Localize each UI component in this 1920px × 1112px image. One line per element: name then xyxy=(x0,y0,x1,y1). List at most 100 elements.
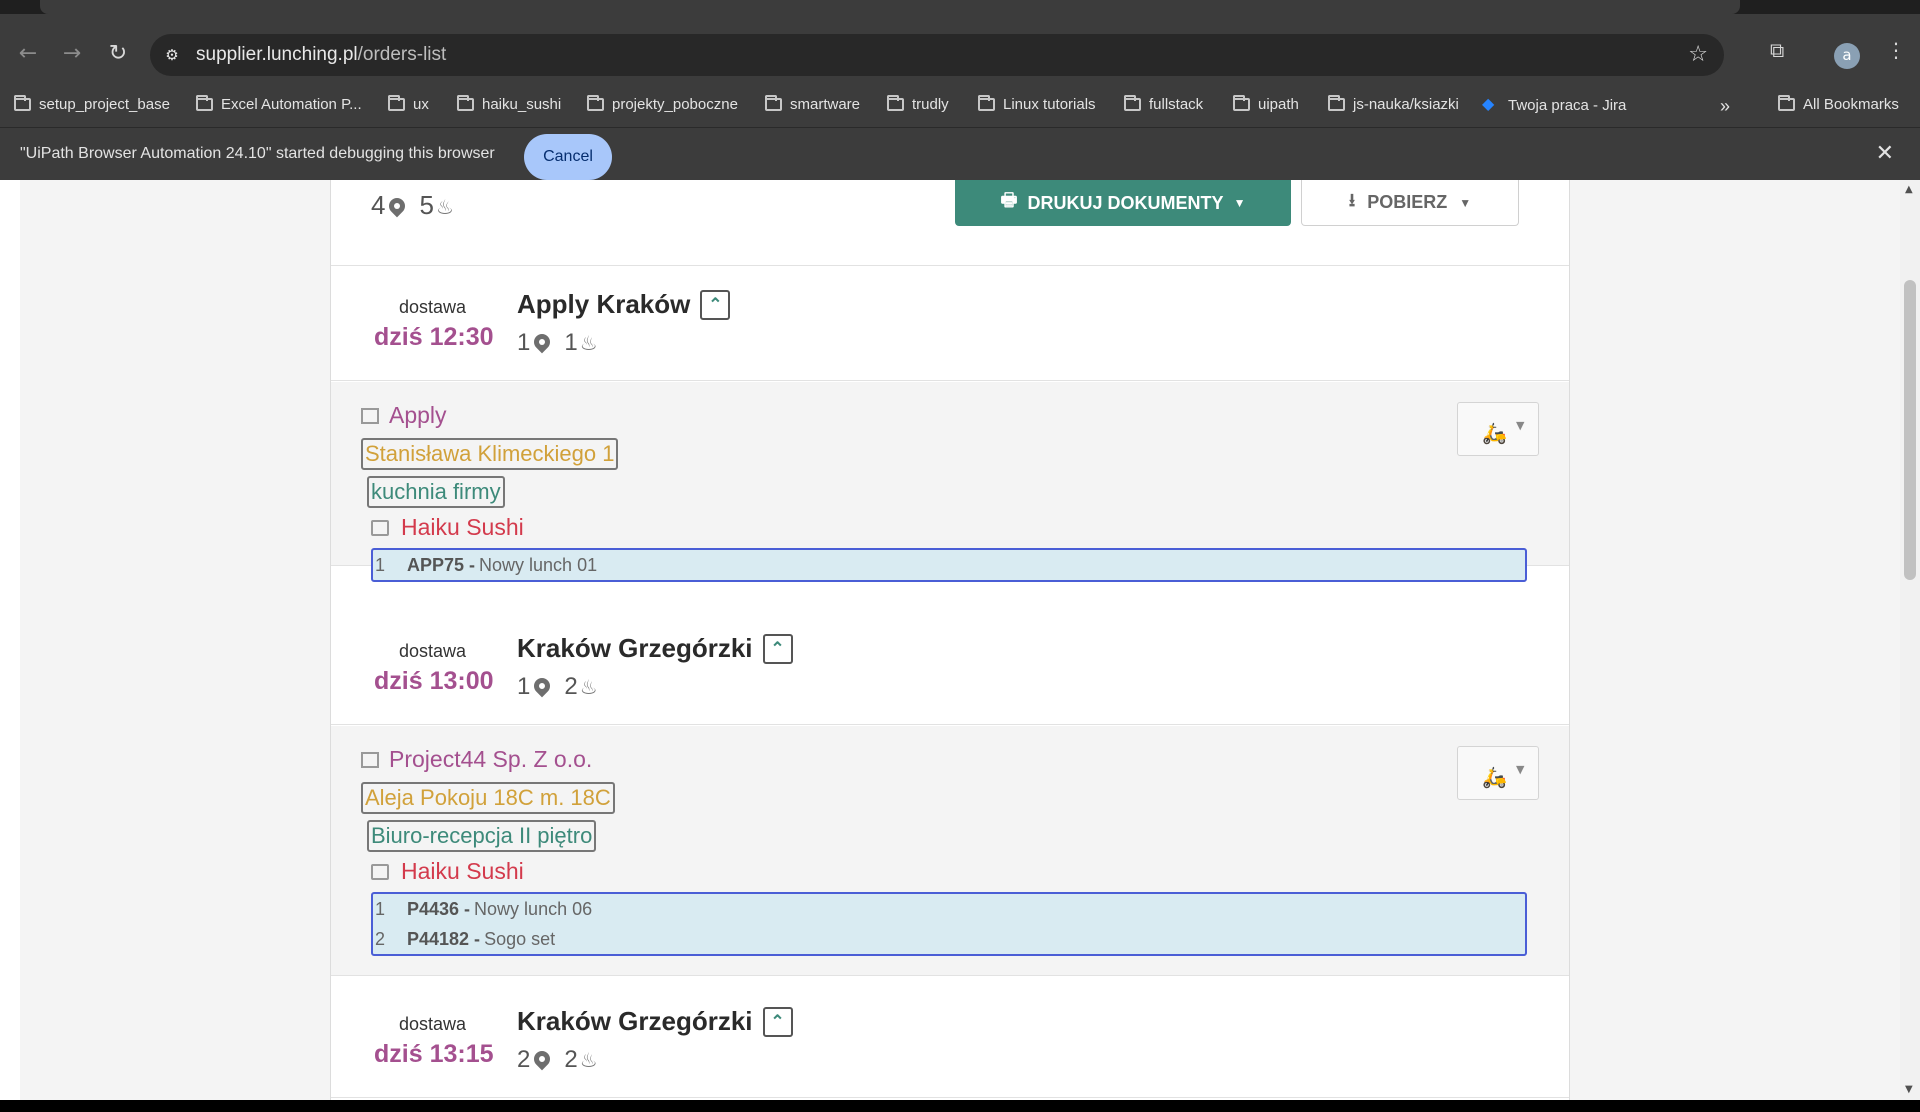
profile-avatar[interactable]: a xyxy=(1834,43,1860,69)
folder-icon xyxy=(1778,95,1795,111)
delivery-label: dostawa xyxy=(399,1014,467,1034)
debug-infobar: "UiPath Browser Automation 24.10" starte… xyxy=(0,128,1920,180)
building-icon xyxy=(361,407,379,424)
store-icon xyxy=(371,863,389,880)
folder-icon xyxy=(388,95,405,111)
company-name: Apply xyxy=(361,402,447,429)
delivery-counts: 1 2 ♨ xyxy=(517,673,598,701)
caret-down-icon: ▼ xyxy=(1516,763,1525,776)
delivery-time: dziś 12:30 xyxy=(374,323,494,351)
delivery-label: dostawa xyxy=(399,641,467,661)
order-item: 2 P44182 - Sogo set xyxy=(375,928,556,949)
restaurant-name: Haiku Sushi xyxy=(371,858,524,885)
more-bookmarks-icon[interactable]: » xyxy=(1720,96,1730,117)
orders-panel: 4 5 ♨ 🖶 DRUKUJ DOKUMENTY ▼ ⭳ POBIERZ ▼ do… xyxy=(330,180,1570,1100)
meals-count: 5 ♨ xyxy=(419,190,454,220)
collapse-icon[interactable]: ⌃ xyxy=(762,1006,793,1037)
bowl-icon: ♨ xyxy=(435,197,454,219)
delivery-place: kuchnia firmy xyxy=(367,476,505,508)
menu-dots-icon[interactable]: ⋮ xyxy=(1886,38,1906,62)
folder-icon xyxy=(14,95,31,111)
delivery-address: Aleja Pokoju 18C m. 18C xyxy=(361,782,615,814)
order-item: 1 P4436 - Nowy lunch 06 xyxy=(375,898,593,919)
delivery-time: dziś 13:00 xyxy=(374,667,494,695)
delivery-title: Apply Kraków ⌃ xyxy=(517,289,731,320)
location-pin-icon xyxy=(531,674,554,698)
bookmark-item[interactable]: trudly xyxy=(887,95,949,113)
scroll-up-icon[interactable]: ▲ xyxy=(1905,184,1913,195)
bookmark-item[interactable]: projekty_poboczne xyxy=(587,95,738,113)
delivery-header: dostawa dziś 12:30 Apply Kraków ⌃ 1 1 ♨ xyxy=(331,267,1569,381)
scrollbar-thumb[interactable] xyxy=(1904,280,1916,580)
caret-down-icon: ▼ xyxy=(1516,419,1525,432)
infobar-cancel-button[interactable]: Cancel xyxy=(524,134,612,180)
tab-strip xyxy=(0,0,1920,14)
folder-icon xyxy=(765,95,782,111)
courier-select-button[interactable]: 🛵 ▼ xyxy=(1457,746,1539,800)
bookmark-item[interactable]: setup_project_base xyxy=(14,95,170,113)
bookmark-item[interactable]: fullstack xyxy=(1124,95,1203,113)
building-icon xyxy=(361,751,379,768)
folder-icon xyxy=(1233,95,1250,111)
folder-icon xyxy=(887,95,904,111)
folder-icon xyxy=(1124,95,1141,111)
left-gutter xyxy=(0,180,20,1100)
locations-count: 1 xyxy=(517,673,554,701)
bookmark-star-icon[interactable]: ☆ xyxy=(1688,42,1708,67)
bookmark-item[interactable]: haiku_sushi xyxy=(457,95,561,113)
bowl-icon: ♨ xyxy=(579,1050,598,1072)
forward-icon[interactable]: → xyxy=(56,38,88,70)
site-info-icon[interactable]: ⚙ xyxy=(162,45,182,65)
bookmark-item[interactable]: smartware xyxy=(765,95,860,113)
collapse-icon[interactable]: ⌃ xyxy=(762,633,793,664)
delivery-counts: 1 1 ♨ xyxy=(517,329,598,357)
delivery-counts: 2 2 ♨ xyxy=(517,1046,598,1074)
browser-toolbar: ← → ↻ ⚙ supplier.lunching.pl/orders-list… xyxy=(0,14,1920,86)
bookmark-item[interactable]: js-nauka/ksiazki xyxy=(1328,95,1459,113)
meals-count: 2 ♨ xyxy=(564,673,598,700)
bookmark-item[interactable]: Linux tutorials xyxy=(978,95,1096,113)
address-bar[interactable]: ⚙ supplier.lunching.pl/orders-list ☆ xyxy=(150,34,1724,76)
store-icon xyxy=(371,519,389,536)
delivery-header: dostawa dziś 13:15 Kraków Grzegórzki ⌃ 2 … xyxy=(331,984,1569,1098)
bookmark-item[interactable]: uipath xyxy=(1233,95,1299,113)
print-documents-button[interactable]: 🖶 DRUKUJ DOKUMENTY ▼ xyxy=(955,180,1291,226)
delivery-detail: Apply Stanisława Klimeckiego 1 kuchnia f… xyxy=(331,382,1569,582)
courier-select-button[interactable]: 🛵 ▼ xyxy=(1457,402,1539,456)
collapse-icon[interactable]: ⌃ xyxy=(700,289,731,320)
locations-count: 4 xyxy=(371,190,409,221)
bookmark-item[interactable]: Excel Automation P... xyxy=(196,95,362,113)
bookmarks-bar: setup_project_base Excel Automation P...… xyxy=(0,86,1920,128)
company-name: Project44 Sp. Z o.o. xyxy=(361,746,592,773)
page-scrollbar[interactable]: ▲ ▼ xyxy=(1900,180,1920,1100)
bookmark-item[interactable]: ◆ Twoja praca - Jira xyxy=(1482,96,1626,114)
order-items: 1 APP75 - Nowy lunch 01 xyxy=(371,548,1527,582)
print-documents-label: DRUKUJ DOKUMENTY xyxy=(1027,192,1224,213)
download-icon: ⭳ xyxy=(1348,189,1356,210)
url-text[interactable]: supplier.lunching.pl/orders-list xyxy=(196,44,446,66)
extensions-icon[interactable]: ⧉ xyxy=(1770,38,1784,62)
infobar-message: "UiPath Browser Automation 24.10" starte… xyxy=(20,145,495,162)
meals-count: 1 ♨ xyxy=(564,329,598,356)
active-tab[interactable] xyxy=(40,0,1740,14)
download-button[interactable]: ⭳ POBIERZ ▼ xyxy=(1301,180,1519,226)
printer-icon: 🖶 xyxy=(1000,190,1018,210)
delivery-address: Stanisława Klimeckiego 1 xyxy=(361,438,619,470)
reload-icon[interactable]: ↻ xyxy=(102,38,134,70)
delivery-header: dostawa dziś 13:00 Kraków Grzegórzki ⌃ 1 … xyxy=(331,611,1569,725)
order-item: 1 APP75 - Nowy lunch 01 xyxy=(375,554,598,575)
download-label: POBIERZ xyxy=(1367,192,1448,212)
delivery-detail: Project44 Sp. Z o.o. Aleja Pokoju 18C m.… xyxy=(331,726,1569,976)
bookmark-item[interactable]: ux xyxy=(388,95,429,113)
back-icon[interactable]: ← xyxy=(12,38,44,70)
all-bookmarks[interactable]: All Bookmarks xyxy=(1778,95,1899,113)
scroll-down-icon[interactable]: ▼ xyxy=(1905,1084,1913,1095)
bowl-icon: ♨ xyxy=(579,333,598,355)
scooter-icon: 🛵 xyxy=(1482,765,1507,789)
folder-icon xyxy=(978,95,995,111)
close-icon[interactable]: ✕ xyxy=(1876,141,1894,166)
caret-down-icon: ▼ xyxy=(1459,195,1472,210)
location-pin-icon xyxy=(386,194,409,218)
summary-counts: 4 5 ♨ xyxy=(371,190,454,221)
location-pin-icon xyxy=(531,330,554,354)
